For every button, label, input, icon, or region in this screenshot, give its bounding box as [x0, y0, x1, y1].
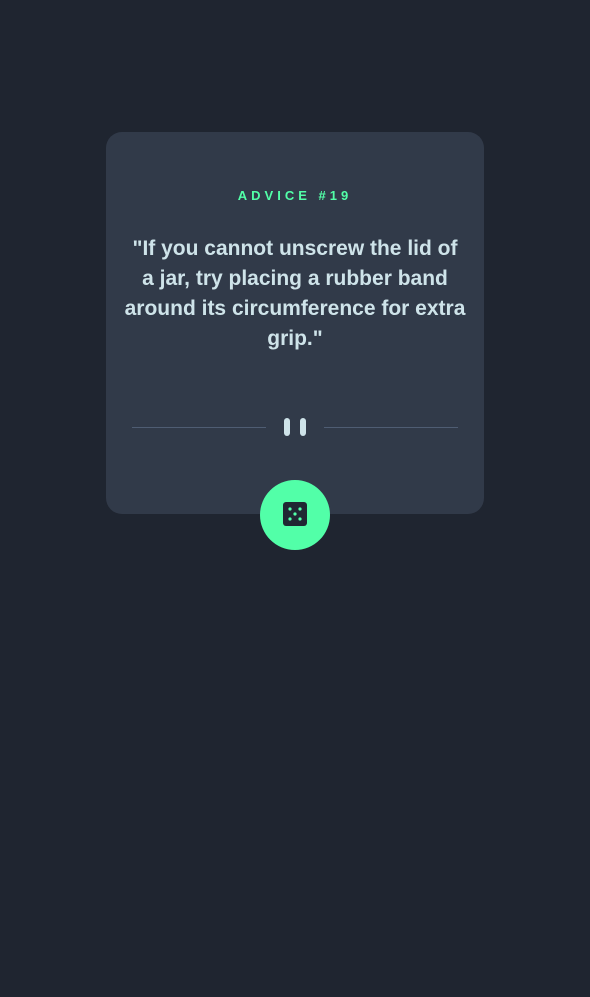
pause-bar-left — [284, 418, 290, 436]
divider — [132, 418, 458, 436]
new-advice-button[interactable] — [260, 480, 330, 550]
divider-line-left — [132, 427, 266, 428]
advice-id: ADVICE #19 — [237, 188, 353, 203]
pause-icon — [284, 418, 306, 436]
divider-line-right — [324, 427, 458, 428]
pause-bar-right — [300, 418, 306, 436]
advice-card: ADVICE #19 "If you cannot unscrew the li… — [106, 132, 484, 514]
dice-icon — [283, 502, 307, 526]
advice-quote: "If you cannot unscrew the lid of a jar,… — [124, 237, 466, 350]
